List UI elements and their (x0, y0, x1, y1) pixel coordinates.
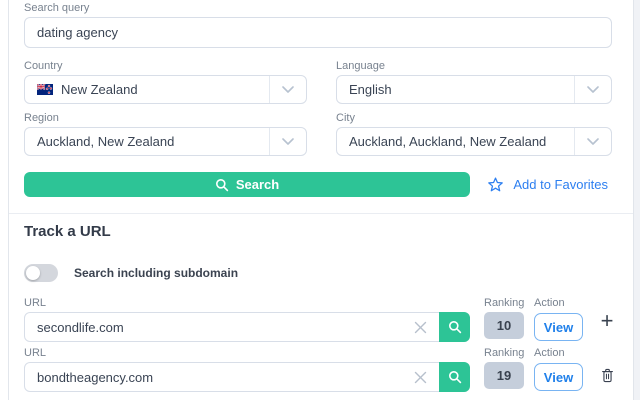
country-select[interactable]: New Zealand (24, 75, 307, 104)
action-label: Action (534, 347, 565, 359)
search-button[interactable]: Search (24, 172, 470, 197)
clear-icon[interactable] (406, 312, 434, 342)
language-value: English (349, 82, 392, 97)
track-url-heading: Track a URL (24, 223, 111, 240)
city-select[interactable]: Auckland, Auckland, New Zealand (336, 127, 612, 156)
url-field: URL (24, 297, 470, 342)
add-to-favorites-label: Add to Favorites (513, 177, 608, 192)
chevron-down-icon[interactable] (269, 128, 306, 155)
language-label: Language (336, 60, 385, 72)
track-url-section: Track a URL Search including subdomain U… (24, 222, 628, 392)
search-icon (215, 178, 229, 192)
view-button[interactable]: View (534, 313, 583, 341)
add-row-icon: + (600, 308, 614, 333)
search-icon (448, 370, 462, 384)
favorite-star-icon (487, 176, 504, 193)
city-value: Auckland, Auckland, New Zealand (349, 134, 547, 149)
ranking-field: Ranking 19 (484, 347, 524, 389)
ranking-badge: 19 (484, 362, 524, 389)
url-row: URL Ranking 10 Action View + (24, 297, 628, 342)
chevron-down-icon[interactable] (269, 76, 306, 103)
url-label: URL (24, 297, 47, 309)
section-divider (9, 213, 633, 214)
chevron-down-icon[interactable] (574, 128, 611, 155)
search-button-label: Search (235, 177, 280, 192)
scrollbar-track[interactable] (633, 0, 640, 400)
ranking-label: Ranking (484, 347, 525, 359)
delete-row-icon (600, 367, 615, 384)
action-label: Action (534, 297, 565, 309)
action-field: Action View (534, 347, 583, 391)
view-button[interactable]: View (534, 363, 583, 391)
country-select-value-wrap: New Zealand (25, 76, 269, 103)
region-select[interactable]: Auckland, New Zealand (24, 127, 307, 156)
ranking-label: Ranking (484, 297, 525, 309)
ranking-field: Ranking 10 (484, 297, 524, 339)
city-select-value-wrap: Auckland, Auckland, New Zealand (337, 128, 574, 155)
language-select[interactable]: English (336, 75, 612, 104)
url-label: URL (24, 347, 47, 359)
subdomain-toggle-knob (26, 266, 40, 280)
action-field: Action View (534, 297, 583, 341)
search-form: Search query Country (24, 0, 612, 197)
city-label: City (336, 112, 355, 124)
language-select-value-wrap: English (337, 76, 574, 103)
search-query-label: Search query (24, 2, 90, 14)
language-field: Language English (336, 60, 612, 104)
add-to-favorites-link[interactable]: Add to Favorites (487, 176, 608, 193)
country-label: Country (24, 60, 63, 72)
url-row: URL Ranking 19 Action View (24, 347, 628, 392)
search-query-field: Search query (24, 0, 612, 48)
country-value: New Zealand (61, 82, 138, 97)
new-zealand-flag-icon (37, 84, 53, 95)
subdomain-toggle-label: Search including subdomain (74, 266, 239, 280)
region-label: Region (24, 112, 59, 124)
region-value: Auckland, New Zealand (37, 134, 175, 149)
url-search-button[interactable] (439, 362, 470, 392)
search-query-input[interactable] (24, 17, 612, 48)
delete-url-button[interactable] (598, 367, 616, 384)
ranking-badge: 10 (484, 312, 524, 339)
search-icon (448, 320, 462, 334)
city-field: City Auckland, Auckland, New Zealand (336, 112, 612, 156)
clear-icon[interactable] (406, 362, 434, 392)
region-select-value-wrap: Auckland, New Zealand (25, 128, 269, 155)
url-input[interactable] (24, 312, 470, 342)
country-field: Country New Zealand (24, 60, 307, 104)
url-input[interactable] (24, 362, 470, 392)
url-search-button[interactable] (439, 312, 470, 342)
add-url-button[interactable]: + (598, 310, 616, 332)
region-field: Region Auckland, New Zealand (24, 112, 307, 156)
chevron-down-icon[interactable] (574, 76, 611, 103)
url-field: URL (24, 347, 470, 392)
panel-left-border (8, 0, 9, 400)
subdomain-toggle[interactable] (24, 264, 58, 282)
